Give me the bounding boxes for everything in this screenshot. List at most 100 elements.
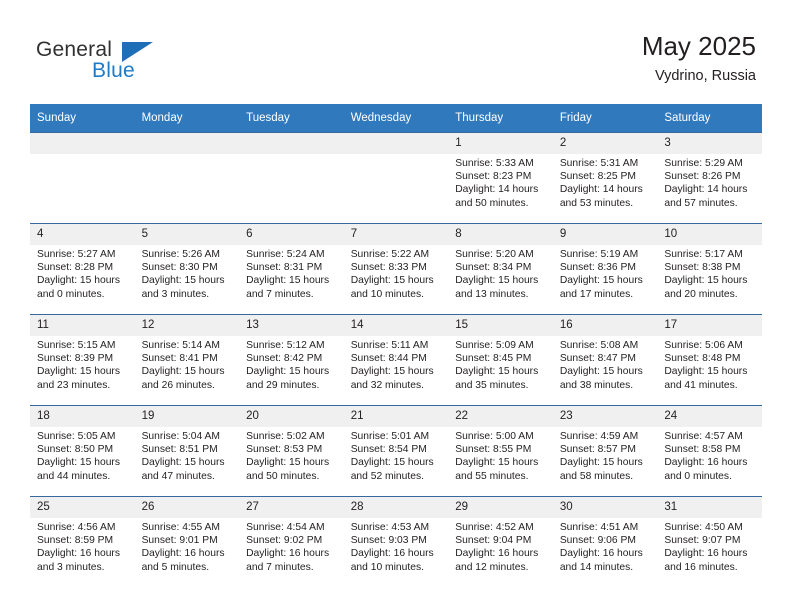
calendar-day-cell[interactable]: 13 Sunrise: 5:12 AM Sunset: 8:42 PM Dayligh… (239, 314, 344, 406)
weekday-header-saturday: Saturday (657, 104, 762, 133)
calendar-day-cell[interactable]: 12 Sunrise: 5:14 AM Sunset: 8:41 PM Dayligh… (134, 314, 240, 406)
calendar-day-cell[interactable]: 21 Sunrise: 5:01 AM Sunset: 8:54 PM Dayligh… (343, 405, 449, 497)
daylight-duration-line2: and 10 minutes. (350, 288, 424, 300)
calendar-day-cell[interactable]: 10 Sunrise: 5:17 AM Sunset: 8:38 PM Dayligh… (657, 223, 762, 315)
calendar-day-cell[interactable]: 29 Sunrise: 4:52 AM Sunset: 9:04 PM Dayligh… (448, 496, 553, 587)
calendar-day-cell[interactable]: 18 Sunrise: 5:05 AM Sunset: 8:50 PM Dayligh… (30, 405, 135, 497)
sunset-time: Sunset: 8:23 PM (455, 171, 532, 183)
calendar-day-cell[interactable]: 20 Sunrise: 5:02 AM Sunset: 8:53 PM Dayligh… (239, 405, 344, 497)
sunrise-time: Sunrise: 5:31 AM (559, 158, 639, 169)
daylight-duration-line2: and 20 minutes. (664, 288, 738, 300)
calendar-week-row: 18 Sunrise: 5:05 AM Sunset: 8:50 PM Dayligh… (30, 405, 762, 497)
sunrise-time: Sunrise: 4:50 AM (664, 522, 743, 533)
sunrise-time: Sunrise: 5:06 AM (664, 340, 743, 351)
daylight-duration-line2: and 38 minutes. (559, 379, 634, 391)
day-number: 1 (448, 133, 553, 154)
day-sun-info: Sunrise: 4:57 AM Sunset: 8:58 PM Daylight:… (657, 427, 762, 483)
calendar-day-cell[interactable]: 3 Sunrise: 5:29 AM Sunset: 8:26 PM Daylight… (657, 132, 762, 224)
calendar-day-cell[interactable]: 22 Sunrise: 5:00 AM Sunset: 8:55 PM Dayligh… (448, 405, 553, 497)
calendar-day-cell[interactable]: 15 Sunrise: 5:09 AM Sunset: 8:45 PM Dayligh… (448, 314, 553, 406)
calendar-day-cell[interactable]: 9 Sunrise: 5:19 AM Sunset: 8:36 PM Daylight… (552, 223, 658, 315)
day-number: 10 (657, 224, 762, 245)
calendar-day-cell[interactable]: 30 Sunrise: 4:51 AM Sunset: 9:06 PM Dayligh… (552, 496, 658, 587)
daylight-duration-line2: and 55 minutes. (455, 470, 529, 482)
day-number: 20 (239, 406, 344, 427)
daylight-duration-line1: Daylight: 16 hours (664, 457, 748, 469)
day-sun-info: Sunrise: 4:54 AM Sunset: 9:02 PM Daylight:… (239, 518, 344, 574)
day-sun-info: Sunrise: 5:19 AM Sunset: 8:36 PM Daylight:… (553, 245, 658, 301)
day-number: 2 (552, 133, 658, 154)
sunset-time: Sunset: 8:53 PM (246, 444, 323, 456)
calendar-day-cell[interactable]: 7 Sunrise: 5:22 AM Sunset: 8:33 PM Daylight… (343, 223, 449, 315)
calendar-day-cell[interactable]: 19 Sunrise: 5:04 AM Sunset: 8:51 PM Dayligh… (134, 405, 240, 497)
daylight-duration-line2: and 58 minutes. (559, 470, 634, 482)
calendar-day-cell[interactable]: 31 Sunrise: 4:50 AM Sunset: 9:07 PM Dayligh… (657, 496, 762, 587)
day-sun-info: Sunrise: 4:52 AM Sunset: 9:04 PM Daylight:… (448, 518, 553, 574)
sunset-time: Sunset: 8:54 PM (350, 444, 427, 456)
day-sun-info: Sunrise: 5:17 AM Sunset: 8:38 PM Daylight:… (657, 245, 762, 301)
calendar-day-cell[interactable]: 24 Sunrise: 4:57 AM Sunset: 8:58 PM Dayligh… (657, 405, 762, 497)
daylight-duration-line2: and 13 minutes. (455, 288, 529, 300)
day-sun-info: Sunrise: 5:29 AM Sunset: 8:26 PM Daylight:… (657, 154, 762, 210)
sunrise-time: Sunrise: 5:24 AM (246, 249, 325, 260)
day-number: 7 (343, 224, 449, 245)
calendar-day-cell[interactable]: 4 Sunrise: 5:27 AM Sunset: 8:28 PM Daylight… (30, 223, 135, 315)
sunrise-time: Sunrise: 5:11 AM (350, 340, 429, 351)
calendar-day-cell[interactable]: 1 Sunrise: 5:33 AM Sunset: 8:23 PM Daylight… (448, 132, 553, 224)
calendar-empty-cell (343, 132, 449, 224)
sunset-time: Sunset: 8:25 PM (559, 171, 636, 183)
daylight-duration-line2: and 57 minutes. (664, 197, 738, 209)
daylight-duration-line1: Daylight: 16 hours (350, 548, 434, 560)
calendar-day-cell[interactable]: 17 Sunrise: 5:06 AM Sunset: 8:48 PM Dayligh… (657, 314, 762, 406)
day-number: 17 (657, 315, 762, 336)
sunrise-time: Sunrise: 5:12 AM (246, 340, 325, 351)
calendar-day-cell[interactable]: 6 Sunrise: 5:24 AM Sunset: 8:31 PM Daylight… (239, 223, 344, 315)
sunset-time: Sunset: 8:45 PM (455, 353, 532, 365)
daylight-duration-line2: and 44 minutes. (37, 470, 111, 482)
sunrise-time: Sunrise: 4:51 AM (559, 522, 639, 533)
calendar-day-cell[interactable]: 28 Sunrise: 4:53 AM Sunset: 9:03 PM Dayligh… (343, 496, 449, 587)
calendar-day-cell[interactable]: 27 Sunrise: 4:54 AM Sunset: 9:02 PM Dayligh… (239, 496, 344, 587)
day-sun-info: Sunrise: 5:22 AM Sunset: 8:33 PM Daylight:… (344, 245, 449, 301)
sunrise-time: Sunrise: 4:54 AM (246, 522, 325, 533)
day-sun-info: Sunrise: 5:09 AM Sunset: 8:45 PM Daylight:… (448, 336, 553, 392)
calendar-day-cell[interactable]: 5 Sunrise: 5:26 AM Sunset: 8:30 PM Daylight… (134, 223, 240, 315)
calendar-empty-cell (30, 132, 135, 224)
day-number: 30 (552, 497, 658, 518)
daylight-duration-line2: and 53 minutes. (559, 197, 634, 209)
calendar-week-row: 4 Sunrise: 5:27 AM Sunset: 8:28 PM Daylight… (30, 223, 762, 315)
calendar-day-cell[interactable]: 2 Sunrise: 5:31 AM Sunset: 8:25 PM Daylight… (552, 132, 658, 224)
calendar-week-row: 1 Sunrise: 5:33 AM Sunset: 8:23 PM Daylight… (30, 132, 762, 224)
sunrise-time: Sunrise: 4:55 AM (141, 522, 220, 533)
weekday-header-thursday: Thursday (448, 104, 553, 133)
day-sun-info: Sunrise: 5:20 AM Sunset: 8:34 PM Daylight:… (448, 245, 553, 301)
daylight-duration-line1: Daylight: 15 hours (246, 457, 330, 469)
day-number: 11 (30, 315, 135, 336)
day-number (239, 133, 344, 154)
calendar-day-cell[interactable]: 26 Sunrise: 4:55 AM Sunset: 9:01 PM Dayligh… (134, 496, 240, 587)
calendar-day-cell[interactable]: 11 Sunrise: 5:15 AM Sunset: 8:39 PM Dayligh… (30, 314, 135, 406)
day-sun-info: Sunrise: 4:59 AM Sunset: 8:57 PM Daylight:… (553, 427, 658, 483)
daylight-duration-line2: and 16 minutes. (664, 561, 738, 573)
day-sun-info: Sunrise: 5:12 AM Sunset: 8:42 PM Daylight:… (239, 336, 344, 392)
daylight-duration-line2: and 23 minutes. (37, 379, 111, 391)
daylight-duration-line1: Daylight: 15 hours (37, 457, 120, 469)
calendar-day-cell[interactable]: 23 Sunrise: 4:59 AM Sunset: 8:57 PM Dayligh… (552, 405, 658, 497)
day-sun-info: Sunrise: 4:50 AM Sunset: 9:07 PM Daylight:… (657, 518, 762, 574)
sunset-time: Sunset: 9:01 PM (141, 535, 218, 547)
general-blue-logo[interactable]: General Blue (36, 38, 216, 88)
calendar-day-cell[interactable]: 8 Sunrise: 5:20 AM Sunset: 8:34 PM Daylight… (448, 223, 553, 315)
calendar-day-cell[interactable]: 14 Sunrise: 5:11 AM Sunset: 8:44 PM Dayligh… (343, 314, 449, 406)
calendar-day-cell[interactable]: 16 Sunrise: 5:08 AM Sunset: 8:47 PM Dayligh… (552, 314, 658, 406)
page-subtitle: Vydrino, Russia (654, 68, 756, 84)
day-number: 28 (343, 497, 449, 518)
daylight-duration-line2: and 50 minutes. (455, 197, 529, 209)
calendar-week-row: 11 Sunrise: 5:15 AM Sunset: 8:39 PM Dayligh… (30, 314, 762, 406)
sunrise-time: Sunrise: 5:19 AM (559, 249, 639, 260)
daylight-duration-line1: Daylight: 15 hours (664, 275, 748, 287)
day-number: 31 (657, 497, 762, 518)
daylight-duration-line2: and 3 minutes. (37, 561, 105, 573)
calendar-day-cell[interactable]: 25 Sunrise: 4:56 AM Sunset: 8:59 PM Dayligh… (30, 496, 135, 587)
day-sun-info: Sunrise: 5:11 AM Sunset: 8:44 PM Daylight:… (344, 336, 449, 392)
sunset-time: Sunset: 8:38 PM (664, 262, 741, 274)
